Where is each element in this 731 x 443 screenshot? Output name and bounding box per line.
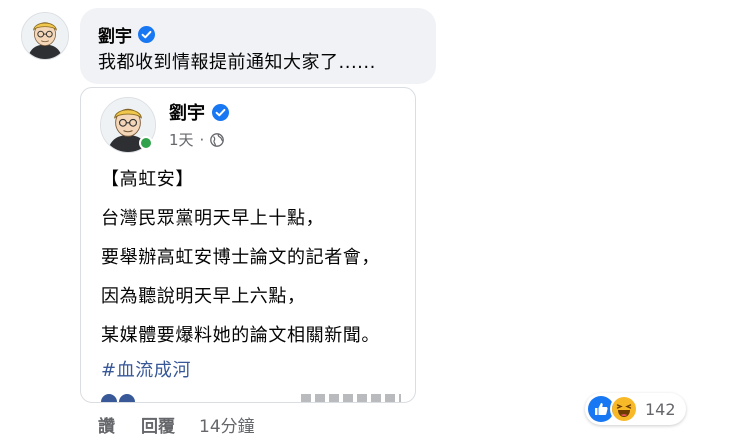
- post-author-name[interactable]: 劉宇: [169, 99, 205, 125]
- truncated-footer: [301, 394, 401, 402]
- meta-separator: ·: [199, 130, 205, 149]
- post-text-line: 某媒體要爆料她的論文相關新聞。: [101, 325, 380, 346]
- comment-timestamp[interactable]: 14分鐘: [199, 412, 255, 437]
- comment-actions: 讚 回覆 14分鐘: [98, 412, 255, 437]
- post-time[interactable]: 1天: [169, 129, 194, 150]
- post-author: 劉宇: [169, 99, 229, 125]
- globe-icon: [210, 132, 225, 147]
- comment-author: 劉宇: [98, 22, 155, 47]
- comment-text: 我都收到情報提前通知大家了......: [98, 52, 376, 73]
- reaction-summary[interactable]: 142: [585, 393, 686, 425]
- post-text-line: 台灣民眾黨明天早上十點，: [101, 208, 325, 229]
- reaction-count: 142: [645, 399, 676, 419]
- online-status-dot: [139, 136, 153, 150]
- comment-thread: 劉宇 我都收到情報提前通知大家了...... 劉宇 1天 · 【高虹安】 台灣民…: [0, 0, 731, 443]
- post-meta: 1天 ·: [169, 129, 225, 150]
- verified-badge-icon: [138, 26, 155, 43]
- verified-badge-icon: [212, 103, 229, 121]
- haha-icon: [610, 395, 638, 423]
- reply-button[interactable]: 回覆: [141, 412, 175, 437]
- hashtag-link[interactable]: #血流成河: [101, 356, 191, 382]
- post-text-line: 因為聽說明天早上六點，: [101, 286, 306, 307]
- post-text-line: 【高虹安】: [101, 169, 194, 190]
- comment-author-name[interactable]: 劉宇: [98, 22, 132, 47]
- shared-post-card[interactable]: 劉宇 1天 · 【高虹安】 台灣民眾黨明天早上十點， 要舉辦高虹安博士論文的記者…: [80, 87, 416, 403]
- comment-bubble: 劉宇 我都收到情報提前通知大家了......: [80, 8, 436, 84]
- reaction-avatar: [101, 394, 117, 402]
- post-text-line: 要舉辦高虹安博士論文的記者會，: [101, 247, 380, 268]
- commenter-avatar[interactable]: [21, 12, 69, 60]
- reaction-avatar: [119, 394, 135, 402]
- post-reaction-avatars: [101, 394, 135, 402]
- like-button[interactable]: 讚: [98, 412, 115, 437]
